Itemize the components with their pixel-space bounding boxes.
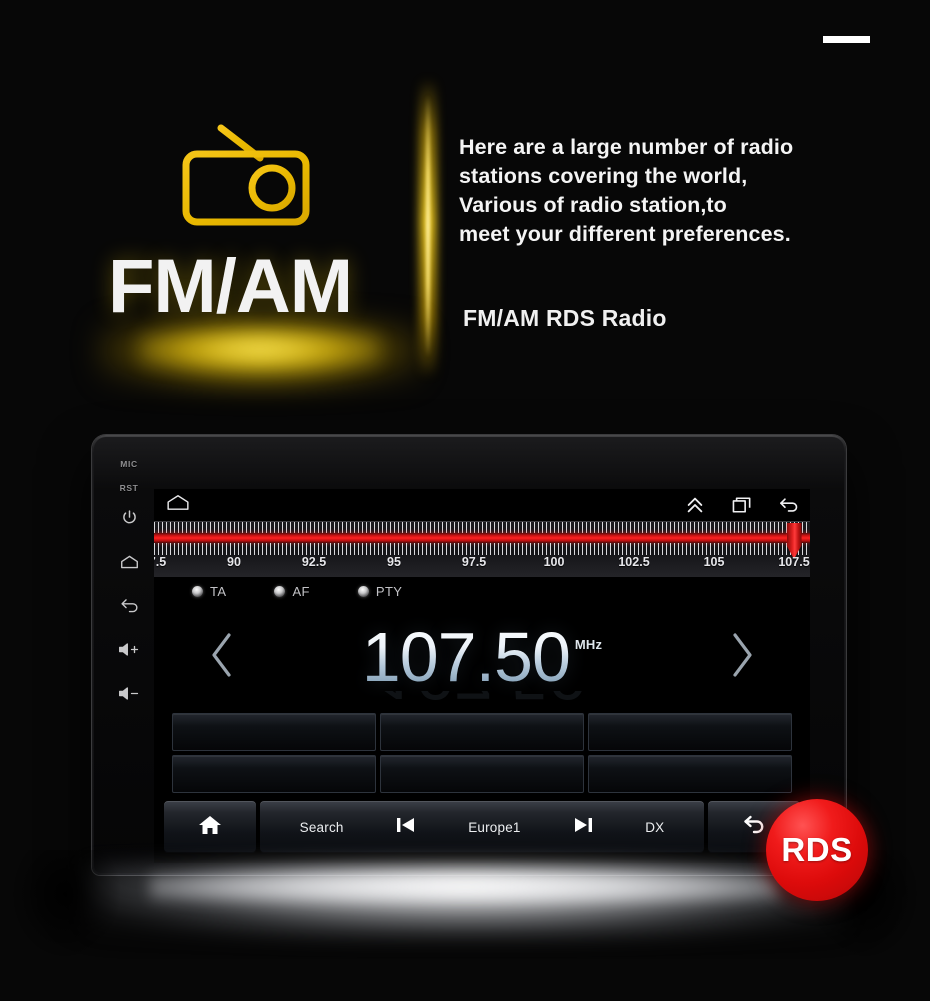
bottom-toolbar: Search Europe1 DX xyxy=(164,801,800,853)
rds-flag-ta[interactable]: TA xyxy=(192,584,226,599)
radio-icon xyxy=(176,118,316,233)
back-arrow-icon xyxy=(120,597,139,619)
status-bar-left xyxy=(166,494,199,516)
hero-description-line: stations covering the world, xyxy=(459,164,748,188)
car-stereo-device-area: MIC RST .5 90 92.5 95 97.5 100 102.5 105… xyxy=(0,410,930,1001)
tuner-scale-label: 102.5 xyxy=(618,555,650,569)
preset-button[interactable] xyxy=(588,713,792,751)
rds-badge-label: RDS xyxy=(781,831,853,868)
volume-down-button[interactable] xyxy=(116,683,142,709)
yellow-glow-core xyxy=(140,332,380,366)
hero-description: Here are a large number of radio station… xyxy=(459,133,889,249)
yellow-light-beam-core xyxy=(426,95,430,357)
device-under-glow-core xyxy=(150,872,780,902)
rds-flag-label: TA xyxy=(210,583,227,599)
skip-next-button[interactable] xyxy=(572,815,594,840)
led-indicator-icon xyxy=(274,585,286,597)
back-button[interactable] xyxy=(116,595,142,621)
chevron-right-icon xyxy=(727,630,757,685)
frequency-display-zone: 107.50 MHz 107.50 xyxy=(154,605,810,709)
mic-label: MIC xyxy=(120,459,138,469)
hero-section: FM/AM Here are a large number of radio s… xyxy=(0,0,930,415)
frequency-value-box: 107.50 MHz xyxy=(361,617,603,696)
tune-down-button[interactable] xyxy=(202,629,242,685)
rds-flag-af[interactable]: AF xyxy=(274,584,309,599)
radio-screen: 87.5 90 92.5 95 97.5 100 102.5 105 107.5 TA AF P… xyxy=(154,489,810,863)
frequency-value: 107.50 xyxy=(361,617,571,696)
home-outline-icon[interactable] xyxy=(166,494,190,516)
recent-apps-icon[interactable] xyxy=(731,494,753,516)
back-arrow-icon[interactable] xyxy=(778,494,800,516)
chevron-double-up-icon[interactable] xyxy=(684,494,706,516)
volume-up-icon xyxy=(118,642,140,662)
rst-label: RST xyxy=(119,483,139,493)
tuner-scale-label: 95 xyxy=(387,555,401,569)
frequency-reflection: 107.50 xyxy=(378,691,586,707)
status-bar-right xyxy=(684,494,800,516)
hardware-button-rail: MIC RST xyxy=(100,445,158,865)
tuner-red-bar xyxy=(154,533,810,543)
led-indicator-icon xyxy=(192,585,203,597)
volume-up-button[interactable] xyxy=(116,639,142,665)
skip-next-icon xyxy=(572,817,594,839)
rds-badge: RDS xyxy=(766,799,868,901)
preset-button[interactable] xyxy=(588,755,792,793)
rds-flag-label: PTY xyxy=(375,583,403,599)
hero-subtitle: FM/AM RDS Radio xyxy=(463,305,667,331)
preset-button[interactable] xyxy=(172,755,376,793)
tuner-scale-label: 87.5 xyxy=(154,555,167,569)
frequency-unit: MHz xyxy=(574,636,603,652)
preset-button[interactable] xyxy=(172,713,376,751)
tuner-scale-label: 92.5 xyxy=(301,555,327,569)
home-button[interactable] xyxy=(164,801,256,853)
led-indicator-icon xyxy=(357,585,369,597)
home-button[interactable] xyxy=(116,551,142,577)
rds-flag-pty[interactable]: PTY xyxy=(357,583,403,599)
rds-flag-label: AF xyxy=(292,583,310,599)
chevron-left-icon xyxy=(207,630,237,685)
hero-description-line: meet your different preferences. xyxy=(459,222,791,246)
tuner-ticks-bottom xyxy=(154,543,810,555)
hero-description-line: Various of radio station,to xyxy=(459,193,727,217)
tuner-scale[interactable]: 87.5 90 92.5 95 97.5 100 102.5 105 107.5 xyxy=(154,521,810,577)
hero-description-line: Here are a large number of radio xyxy=(459,135,794,159)
preset-grid xyxy=(154,709,810,793)
tuner-scale-label: 97.5 xyxy=(461,555,487,569)
dx-button[interactable]: DX xyxy=(645,820,664,835)
tuner-scale-labels: 87.5 90 92.5 95 97.5 100 102.5 105 107.5 xyxy=(154,555,810,578)
skip-previous-icon xyxy=(395,817,417,839)
volume-down-icon xyxy=(118,686,140,706)
tuning-controls-bar: Search Europe1 DX xyxy=(260,801,704,853)
rds-flags-row: TA AF PTY xyxy=(154,577,810,605)
home-outline-icon xyxy=(120,554,139,575)
home-filled-icon xyxy=(198,814,222,841)
android-status-bar xyxy=(154,489,810,521)
tune-up-button[interactable] xyxy=(722,629,762,685)
preset-button[interactable] xyxy=(380,755,584,793)
power-button[interactable] xyxy=(116,507,142,533)
tuner-scale-label: 107.5 xyxy=(778,555,810,569)
tuner-scale-label: 105 xyxy=(703,555,725,569)
tuner-scale-label: 90 xyxy=(227,555,241,569)
fmam-wordmark: FM/AM xyxy=(108,244,353,329)
skip-previous-button[interactable] xyxy=(395,815,417,840)
vignette-left xyxy=(10,850,120,960)
power-icon xyxy=(121,509,138,531)
car-stereo-bezel: MIC RST .5 90 92.5 95 97.5 100 102.5 105… xyxy=(92,435,846,875)
tuner-scale-label: 100 xyxy=(543,555,565,569)
station-name-label: Europe1 xyxy=(468,819,521,835)
preset-button[interactable] xyxy=(380,713,584,751)
search-button[interactable]: Search xyxy=(300,820,344,835)
undo-arrow-icon xyxy=(742,814,766,841)
